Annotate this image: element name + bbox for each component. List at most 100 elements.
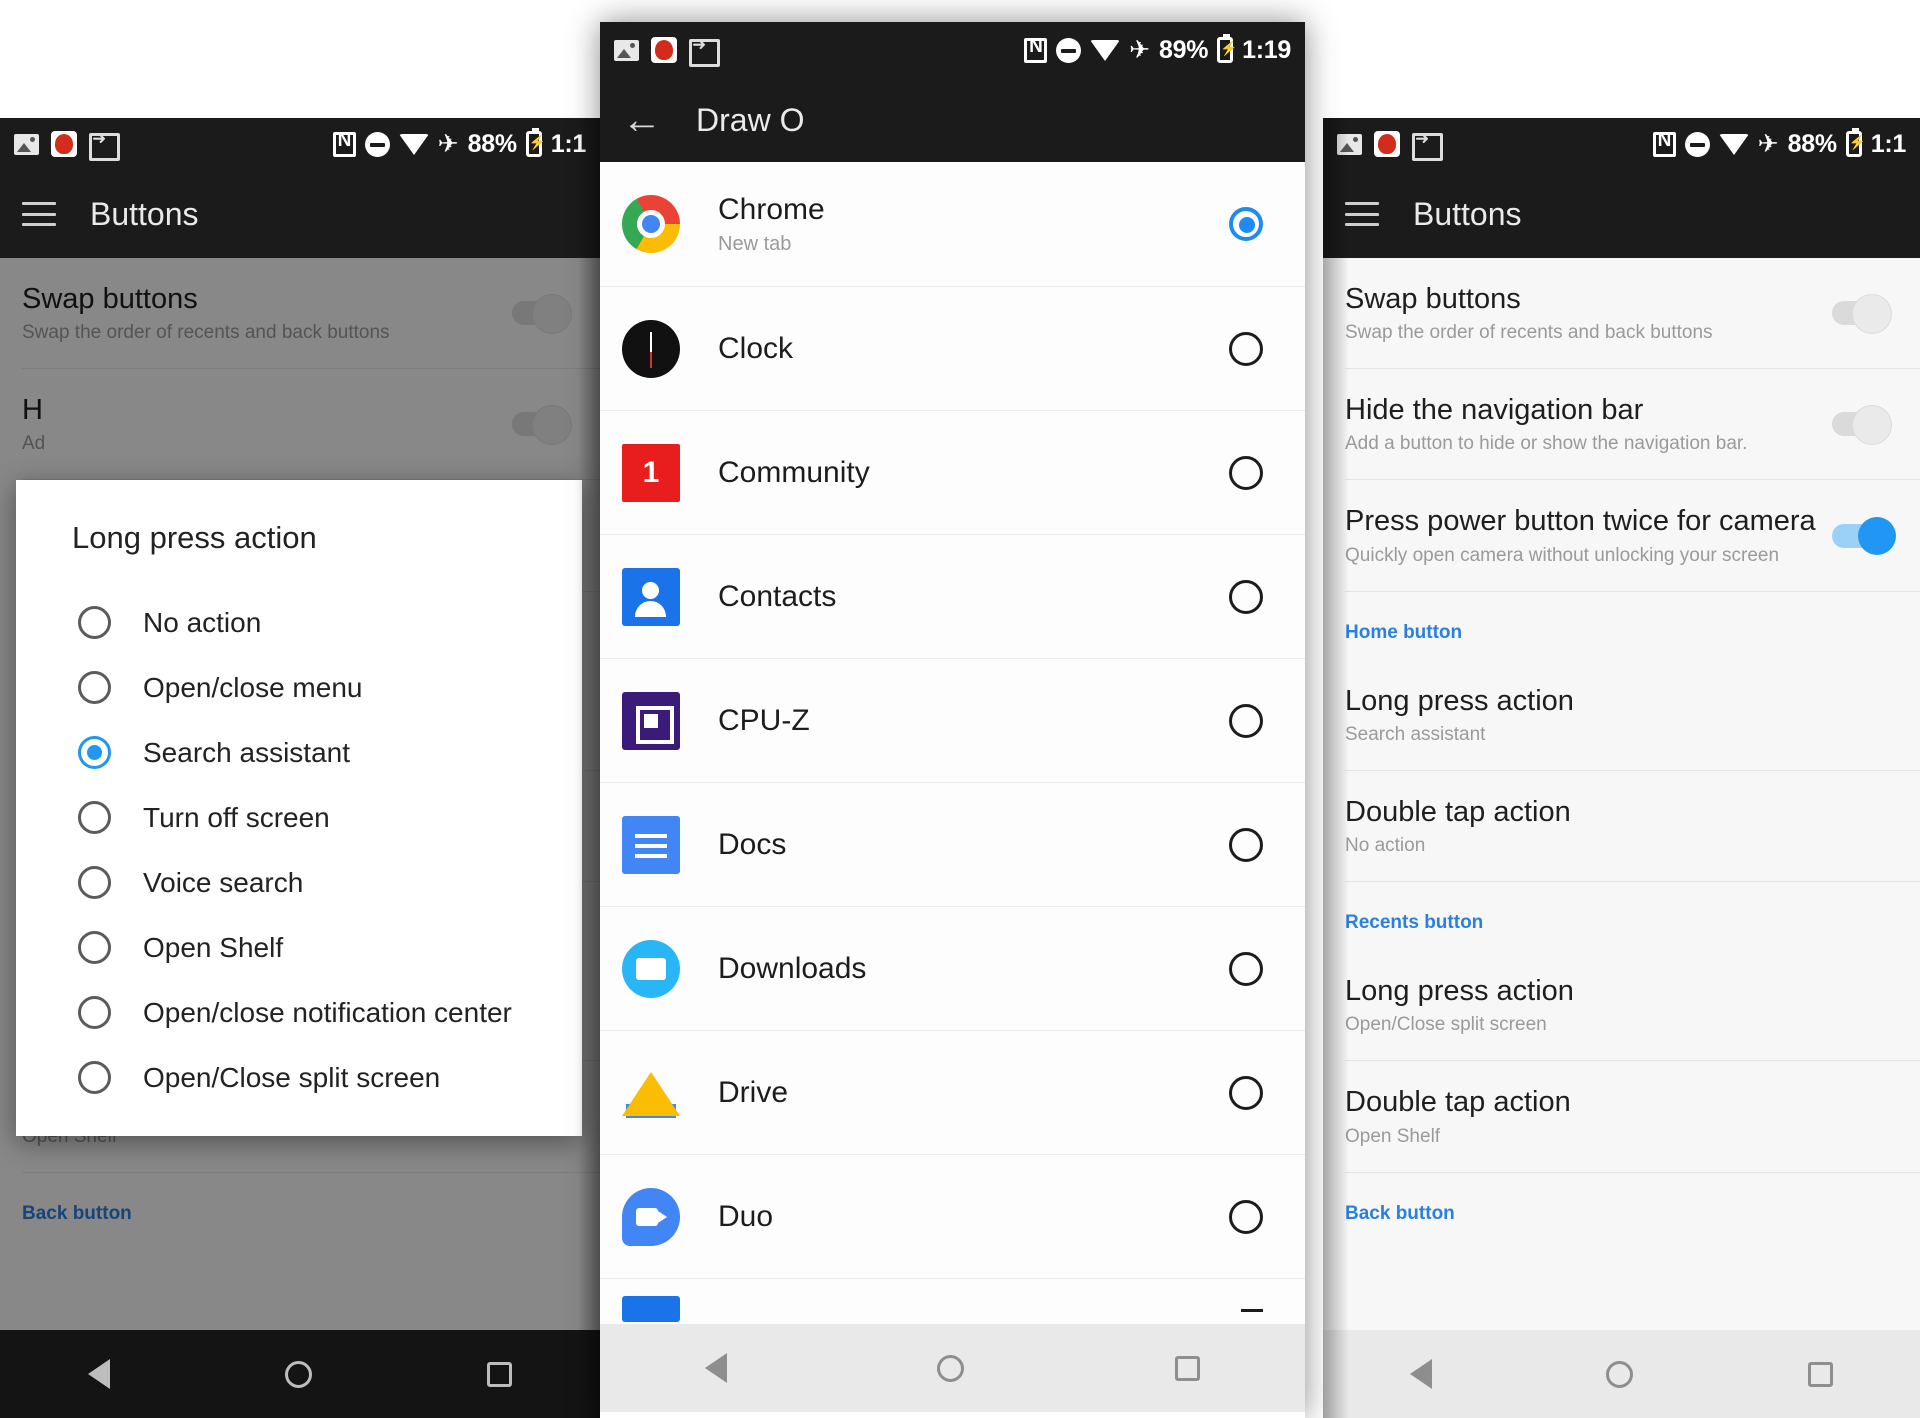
row-sub: No action xyxy=(1345,835,1426,857)
radio-icon[interactable] xyxy=(78,801,111,834)
app-red-icon xyxy=(51,131,77,157)
battery-charging-icon xyxy=(1845,128,1866,157)
row-title: Long press action xyxy=(1345,975,1574,1008)
app-list-item-downloads[interactable]: Downloads xyxy=(600,906,1305,1030)
dialog-option-open-shelf[interactable]: Open Shelf xyxy=(16,915,582,980)
radio-icon[interactable] xyxy=(1229,703,1263,738)
middle-app-bar: ← Draw O xyxy=(600,78,1305,162)
setting-row-recents-double-tap-action[interactable]: Double tap action Open Shelf xyxy=(1323,1061,1920,1171)
do-not-disturb-icon xyxy=(364,131,390,157)
app-name: Downloads xyxy=(718,951,867,985)
row-title: Press power button twice for camera xyxy=(1345,505,1816,538)
radio-icon[interactable] xyxy=(78,671,111,704)
setting-row-hide-navigation-bar[interactable]: Hide the navigation bar Add a button to … xyxy=(1323,369,1920,479)
radio-icon[interactable] xyxy=(78,931,111,964)
option-label: Search assistant xyxy=(143,736,350,768)
app-list-item-chrome[interactable]: Chrome New tab xyxy=(600,162,1305,286)
hamburger-icon[interactable] xyxy=(1345,202,1379,226)
radio-icon[interactable] xyxy=(1229,951,1263,986)
setting-row-home-double-tap-action[interactable]: Double tap action No action xyxy=(1323,771,1920,881)
middle-status-bar: ✈ 89% 1:19 xyxy=(600,22,1305,78)
radio-icon-selected[interactable] xyxy=(78,736,111,769)
app-list-item-clock[interactable]: Clock xyxy=(600,286,1305,410)
dialog-option-search-assistant[interactable]: Search assistant xyxy=(16,720,582,785)
back-icon[interactable] xyxy=(87,1359,110,1389)
app-list-item-duo[interactable]: Duo xyxy=(600,1154,1305,1278)
app-list-item-contacts[interactable]: Contacts xyxy=(600,534,1305,658)
option-label: Open/close menu xyxy=(143,671,363,703)
recents-icon[interactable] xyxy=(487,1361,513,1387)
left-phone-screenshot: ✈ 88% 1:1 Buttons Swap buttons Swap the … xyxy=(0,118,600,1418)
radio-icon[interactable] xyxy=(78,1061,111,1094)
setting-row-recents-long-press-action[interactable]: Long press action Open/Close split scree… xyxy=(1323,950,1920,1060)
dialog-option-turn-off-screen[interactable]: Turn off screen xyxy=(16,785,582,850)
radio-icon[interactable] xyxy=(78,606,111,639)
radio-icon[interactable] xyxy=(1229,1199,1263,1234)
option-label: Open Shelf xyxy=(143,931,284,963)
hide-navigation-bar-toggle[interactable] xyxy=(1832,405,1892,446)
dialog-option-notification-center[interactable]: Open/close notification center xyxy=(16,980,582,1045)
setting-row-power-button-camera[interactable]: Press power button twice for camera Quic… xyxy=(1323,480,1920,590)
radio-icon-selected[interactable] xyxy=(1229,207,1263,241)
section-header-recents-button: Recents button xyxy=(1345,912,1484,934)
right-battery-percent: 88% xyxy=(1787,129,1837,158)
row-sub: Open/Close split screen xyxy=(1345,1014,1547,1036)
do-not-disturb-icon xyxy=(1684,131,1710,157)
app-list-item-partial[interactable] xyxy=(600,1278,1305,1324)
radio-icon[interactable] xyxy=(1229,1075,1263,1110)
right-status-icons-left xyxy=(1337,129,1443,161)
right-nav-bar-wrap xyxy=(1323,1330,1920,1418)
recents-icon[interactable] xyxy=(1807,1361,1833,1387)
screenshot-collage: ✈ 88% 1:1 Buttons Swap buttons Swap the … xyxy=(0,0,1920,1418)
middle-status-icons-right: ✈ 89% 1:19 xyxy=(1024,34,1291,65)
cpuz-icon xyxy=(622,691,680,750)
option-label: Voice search xyxy=(143,866,304,898)
app-picker-list[interactable]: Chrome New tab Clock Community Contacts xyxy=(600,162,1305,1324)
radio-icon[interactable] xyxy=(78,866,111,899)
dialog-option-split-screen[interactable]: Open/Close split screen xyxy=(16,1045,582,1110)
section-header-back-button: Back button xyxy=(1345,1202,1455,1224)
power-button-camera-toggle[interactable] xyxy=(1832,516,1896,555)
photo-icon xyxy=(614,39,639,61)
radio-icon[interactable] xyxy=(1229,579,1263,614)
right-phone-screenshot: ✈ 88% 1:1 Buttons Swap buttons Swap the … xyxy=(1323,118,1920,1418)
app-list-item-drive[interactable]: Drive xyxy=(600,1030,1305,1154)
swap-buttons-toggle[interactable] xyxy=(1832,294,1892,335)
radio-icon[interactable] xyxy=(78,996,111,1029)
dialog-option-voice-search[interactable]: Voice search xyxy=(16,850,582,915)
radio-icon[interactable] xyxy=(1229,331,1263,366)
left-battery-percent: 88% xyxy=(467,129,517,158)
row-sub: Add a button to hide or show the navigat… xyxy=(1345,433,1748,455)
app-list-item-community[interactable]: Community xyxy=(600,410,1305,534)
radio-icon[interactable] xyxy=(1241,1306,1263,1312)
left-status-bar: ✈ 88% 1:1 xyxy=(0,118,600,170)
battery-charging-icon xyxy=(1217,34,1238,63)
app-list-item-docs[interactable]: Docs xyxy=(600,782,1305,906)
option-label: Turn off screen xyxy=(143,801,330,833)
recents-icon[interactable] xyxy=(1174,1355,1200,1381)
app-list-item-cpu-z[interactable]: CPU-Z xyxy=(600,658,1305,782)
setting-row-swap-buttons[interactable]: Swap buttons Swap the order of recents a… xyxy=(1323,258,1920,368)
home-icon[interactable] xyxy=(937,1354,965,1382)
row-title: Double tap action xyxy=(1345,1086,1571,1119)
radio-icon[interactable] xyxy=(1229,455,1263,490)
back-icon[interactable] xyxy=(705,1353,728,1383)
hamburger-icon[interactable] xyxy=(22,202,56,226)
photo-icon xyxy=(14,133,39,155)
home-icon[interactable] xyxy=(284,1360,312,1388)
middle-page-title: Draw O xyxy=(696,101,805,138)
setting-row-home-long-press-action[interactable]: Long press action Search assistant xyxy=(1323,660,1920,770)
dialog-title: Long press action xyxy=(72,520,317,555)
dialog-option-open-close-menu[interactable]: Open/close menu xyxy=(16,655,582,720)
screenshot-icon xyxy=(689,35,720,67)
row-title: Double tap action xyxy=(1345,795,1571,828)
row-sub: Swap the order of recents and back butto… xyxy=(1345,322,1713,344)
wifi-icon xyxy=(398,133,429,155)
left-page-title: Buttons xyxy=(90,195,199,232)
home-icon[interactable] xyxy=(1606,1360,1634,1388)
middle-phone-screenshot: ✈ 89% 1:19 ← Draw O Chrome New tab Clo xyxy=(600,22,1305,1418)
dialog-option-no-action[interactable]: No action xyxy=(16,590,582,655)
back-icon[interactable] xyxy=(1410,1359,1433,1389)
back-arrow-icon[interactable]: ← xyxy=(622,100,662,140)
radio-icon[interactable] xyxy=(1229,827,1263,862)
